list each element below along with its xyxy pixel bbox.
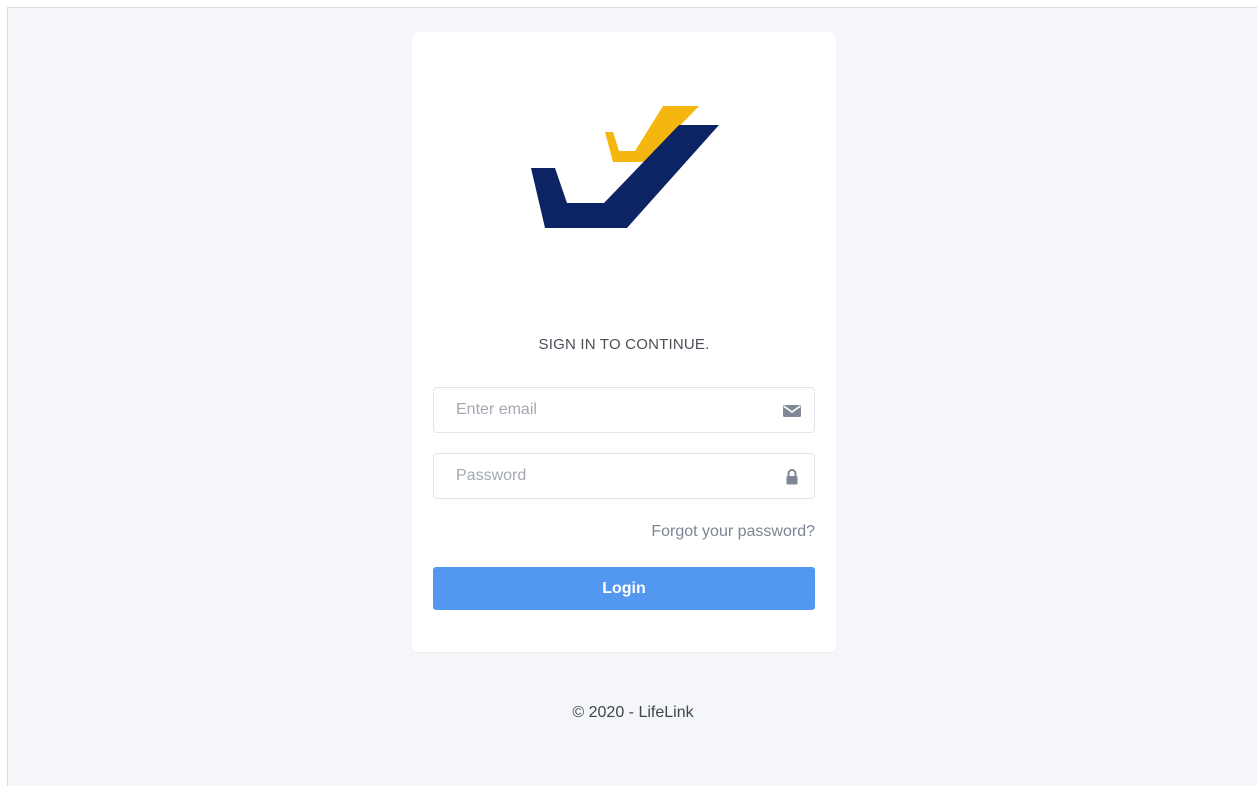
login-button[interactable]: Login (433, 567, 815, 610)
logo-navy-check (531, 125, 719, 228)
envelope-icon (783, 405, 801, 417)
page-background: SIGN IN TO CONTINUE. Forgot your passwor… (7, 7, 1257, 786)
login-card: SIGN IN TO CONTINUE. Forgot your passwor… (412, 32, 836, 652)
lifelink-logo (531, 106, 719, 228)
page-title: SIGN IN TO CONTINUE. (538, 336, 710, 353)
lock-icon (786, 469, 798, 485)
email-input[interactable] (434, 388, 814, 432)
forgot-password-link[interactable]: Forgot your password? (651, 523, 815, 541)
copyright-footer: © 2020 - LifeLink (572, 704, 694, 721)
email-field[interactable] (433, 387, 815, 433)
password-input[interactable] (434, 454, 814, 498)
password-field[interactable] (433, 453, 815, 499)
